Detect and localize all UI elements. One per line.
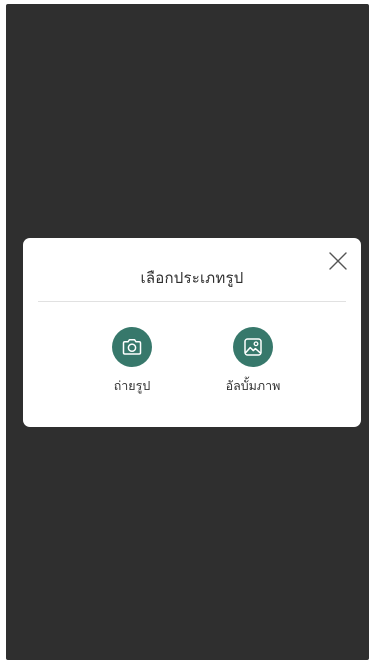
take-photo-button[interactable]: ถ่ายรูป <box>82 327 182 396</box>
photo-album-button[interactable]: อัลบั้มภาพ <box>203 327 303 396</box>
camera-icon-circle[interactable] <box>112 327 152 367</box>
close-icon <box>329 252 347 270</box>
divider <box>38 301 346 302</box>
camera-icon <box>122 339 142 355</box>
photo-type-dialog: เลือกประเภทรูป ถ่ายรูป อัลบั้มภาพ <box>23 238 361 427</box>
close-button[interactable] <box>327 250 349 272</box>
image-icon <box>244 338 262 356</box>
photo-album-label: อัลบั้มภาพ <box>225 378 281 393</box>
take-photo-label: ถ่ายรูป <box>113 378 151 393</box>
image-icon-circle[interactable] <box>233 327 273 367</box>
dialog-title: เลือกประเภทรูป <box>140 269 244 287</box>
